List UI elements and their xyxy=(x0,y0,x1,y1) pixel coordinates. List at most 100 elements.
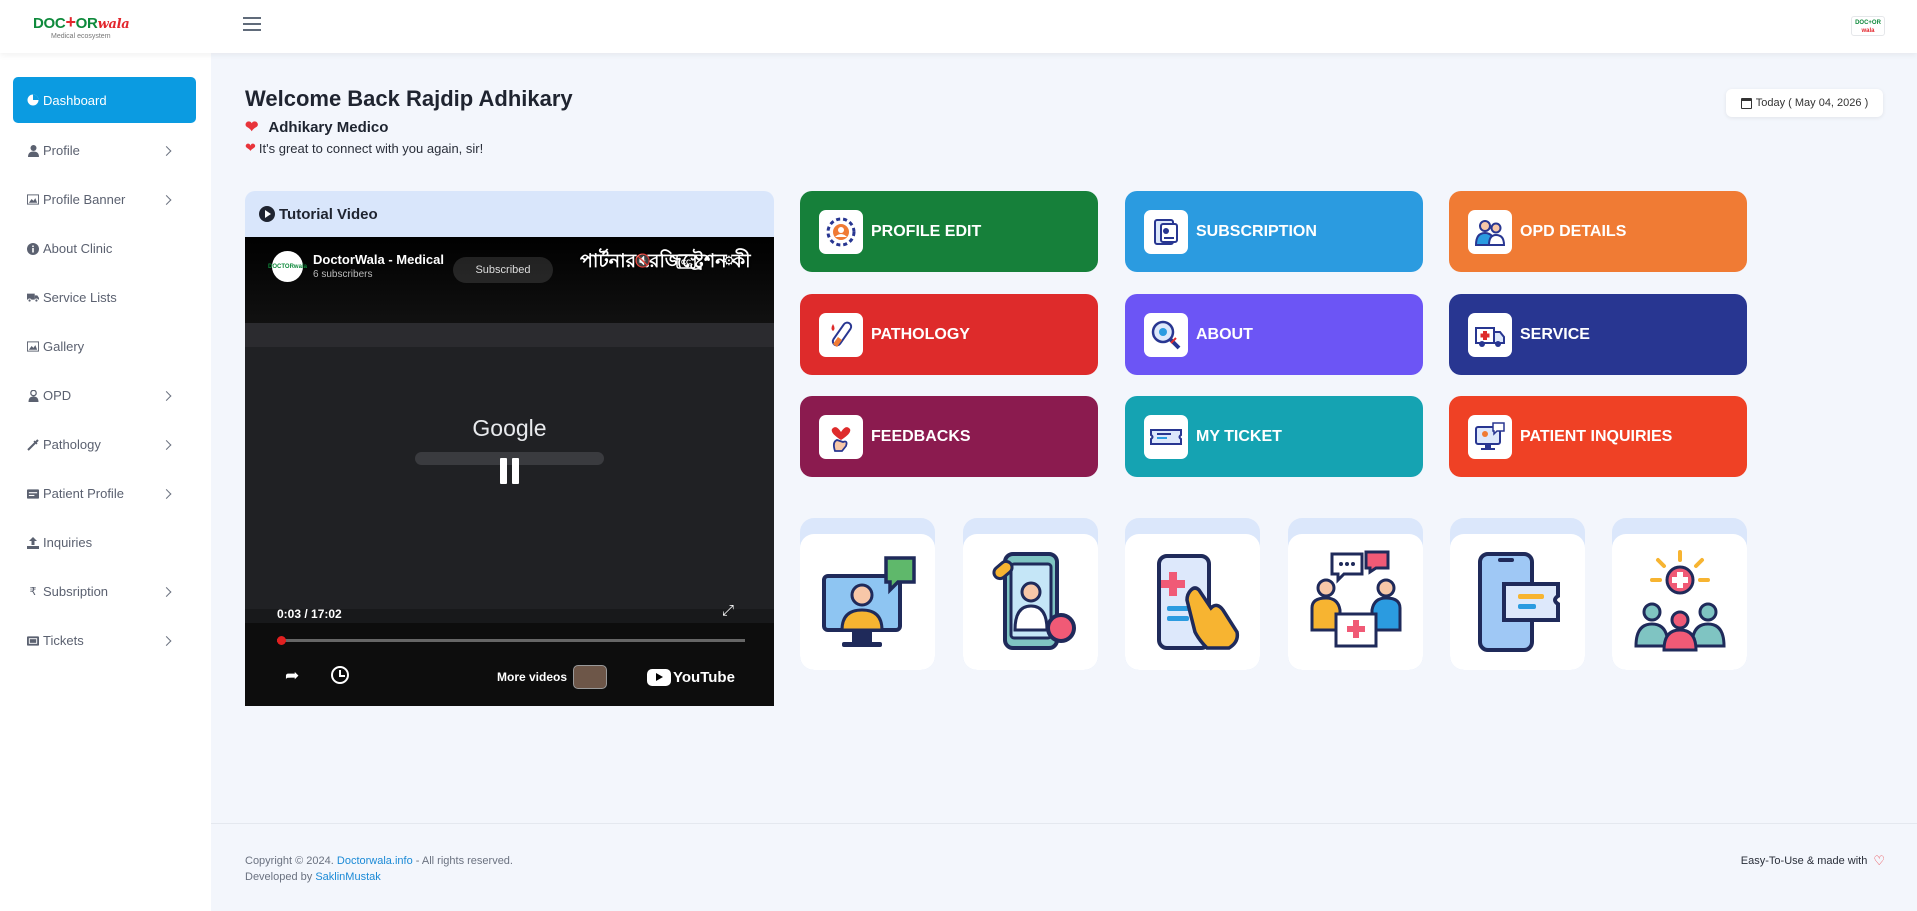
mini-logo-text: DOC+OR xyxy=(1855,20,1881,26)
sidebar-item-profile[interactable]: Profile xyxy=(13,126,196,175)
sidebar-item-opd[interactable]: OPD xyxy=(13,371,196,420)
sidebar-item-label: Inquiries xyxy=(43,535,93,550)
doctorwala-link[interactable]: Doctorwala.info xyxy=(337,855,413,867)
sidebar-item-patient-profile[interactable]: Patient Profile xyxy=(13,469,196,518)
video-card-title: Tutorial Video xyxy=(279,205,378,223)
sidebar-item-inquiries[interactable]: Inquiries xyxy=(13,518,196,567)
chevron-right-icon xyxy=(161,390,172,401)
footer-made-with: Easy-To-Use & made with ♡ xyxy=(1741,853,1885,869)
ambulance-icon xyxy=(1468,312,1512,357)
welcome-heading: Welcome Back Rajdip Adhikary xyxy=(245,86,573,111)
sidebar-item-label: About Clinic xyxy=(43,241,113,256)
hamburger-menu-icon[interactable] xyxy=(243,17,261,33)
chevron-right-icon xyxy=(161,145,172,156)
share-icon[interactable]: ➦ xyxy=(285,666,299,686)
card-body xyxy=(1288,534,1423,670)
mobile-ticket-icon xyxy=(1477,552,1560,652)
logo-text-2: OR xyxy=(75,15,98,32)
youtube-logo-text: YouTube xyxy=(673,669,735,686)
sidebar-item-tickets[interactable]: Tickets xyxy=(13,616,196,665)
subscribed-button[interactable]: Subscribed xyxy=(453,257,553,283)
logo-cross: + xyxy=(65,12,76,32)
clinic-name: ❤ Adhikary Medico xyxy=(245,117,388,137)
sidebar-item-profile-banner[interactable]: Profile Banner xyxy=(13,175,196,224)
sidebar-item-pathology[interactable]: Pathology xyxy=(13,420,196,469)
profile-edit-tile[interactable]: PROFILE EDIT xyxy=(800,191,1098,272)
patients-care-icon xyxy=(1633,550,1726,652)
tile-label: PATHOLOGY xyxy=(871,325,970,343)
sidebar-item-about-clinic[interactable]: About Clinic xyxy=(13,224,196,273)
top-header: DOC+ORwala Medical ecosystem DOC+OR wala xyxy=(0,0,1917,53)
clinic-name-text: Adhikary Medico xyxy=(268,118,389,136)
sidebar-item-subscription[interactable]: ₹ Subsription xyxy=(13,567,196,616)
patients-care-card[interactable] xyxy=(1612,518,1747,670)
chevron-right-icon xyxy=(161,439,172,450)
mobile-ticket-card[interactable] xyxy=(1450,518,1585,670)
heart-icon: ❤ xyxy=(245,140,256,155)
sidebar-item-label: Service Lists xyxy=(43,290,117,305)
my-ticket-tile[interactable]: MY TICKET xyxy=(1125,396,1423,477)
today-date-text: Today ( May 04, 2026 ) xyxy=(1755,97,1869,109)
doctorwala-logo[interactable]: DOC+ORwala Medical ecosystem xyxy=(33,12,133,41)
info-icon xyxy=(27,242,39,255)
about-tile[interactable]: ABOUT xyxy=(1125,294,1423,375)
consultation-card[interactable] xyxy=(1288,518,1423,670)
copyright-prefix: Copyright © 2024. xyxy=(245,855,334,867)
settings-gear-icon[interactable]: ⚙ xyxy=(718,250,740,272)
developer-link[interactable]: SaklinMustak xyxy=(315,871,380,883)
sidebar-item-label: Pathology xyxy=(43,437,101,452)
logo-text-3: wala xyxy=(97,17,130,32)
doctor-phone-card[interactable] xyxy=(963,518,1098,670)
heart-icon: ❤ xyxy=(245,119,259,136)
patient-inquiries-tile[interactable]: PATIENT INQUIRIES xyxy=(1449,396,1747,477)
opd-details-tile[interactable]: OPD DETAILS xyxy=(1449,191,1747,272)
mute-icon[interactable]: 🔇 xyxy=(632,250,654,272)
player-bottom-controls: ➦ More videos YouTube xyxy=(245,657,774,697)
video-time: 0:03 / 17:02 xyxy=(277,607,342,621)
tile-label: OPD DETAILS xyxy=(1520,222,1627,240)
sidebar-item-service-lists[interactable]: Service Lists xyxy=(13,273,196,322)
channel-name[interactable]: DoctorWala - Medical xyxy=(313,252,444,267)
chevron-right-icon xyxy=(161,586,172,597)
feedbacks-tile[interactable]: FEEDBACKS xyxy=(800,396,1098,477)
youtube-play-icon xyxy=(647,669,671,686)
telemedicine-card[interactable] xyxy=(800,518,935,670)
progress-scrubber[interactable] xyxy=(277,636,286,645)
profile-avatar[interactable]: DOC+OR wala xyxy=(1851,16,1885,36)
mobile-health-card[interactable] xyxy=(1125,518,1260,670)
opd-icon xyxy=(1468,209,1512,254)
more-videos-thumbnail[interactable] xyxy=(573,665,607,689)
sidebar-item-gallery[interactable]: Gallery xyxy=(13,322,196,371)
sidebar-item-label: Patient Profile xyxy=(43,486,124,501)
mini-logo-text-2: wala xyxy=(1861,28,1875,34)
consultation-icon xyxy=(1310,550,1401,648)
sidebar: Dashboard Profile Profile Banner About C… xyxy=(0,53,211,911)
sidebar-item-dashboard[interactable]: Dashboard xyxy=(13,77,196,123)
telemedicine-icon xyxy=(821,556,916,647)
chevron-right-icon xyxy=(161,635,172,646)
subscription-tile[interactable]: SUBSCRIPTION xyxy=(1125,191,1423,272)
pause-icon[interactable] xyxy=(498,458,522,486)
watch-later-icon[interactable] xyxy=(331,666,349,684)
sidebar-item-label: Profile Banner xyxy=(43,192,126,207)
channel-avatar[interactable]: DOCTORwala xyxy=(268,251,307,282)
doctor-icon xyxy=(27,389,39,402)
made-with-text: Easy-To-Use & made with xyxy=(1740,855,1868,867)
profile-gear-icon xyxy=(819,209,863,254)
doctor-phone-icon xyxy=(991,552,1076,650)
video-card-header: Tutorial Video xyxy=(245,191,774,237)
greeting-text: ❤ It's great to connect with you again, … xyxy=(245,140,483,156)
service-tile[interactable]: SERVICE xyxy=(1449,294,1747,375)
more-videos-label[interactable]: More videos xyxy=(497,670,567,684)
tile-label: FEEDBACKS xyxy=(871,427,971,445)
youtube-player[interactable]: DOCTORwala DoctorWala - Medical 6 subscr… xyxy=(245,237,774,706)
pathology-tile[interactable]: PATHOLOGY xyxy=(800,294,1098,375)
sidebar-item-label: OPD xyxy=(43,388,72,403)
ticket-icon xyxy=(1144,414,1188,459)
captions-icon[interactable]: CC xyxy=(675,250,697,272)
syringe-icon xyxy=(27,438,39,451)
image-icon xyxy=(27,341,39,353)
fullscreen-icon[interactable]: ⤢ xyxy=(722,602,734,619)
video-progress-bar[interactable] xyxy=(277,636,745,645)
youtube-logo[interactable]: YouTube xyxy=(647,669,735,686)
